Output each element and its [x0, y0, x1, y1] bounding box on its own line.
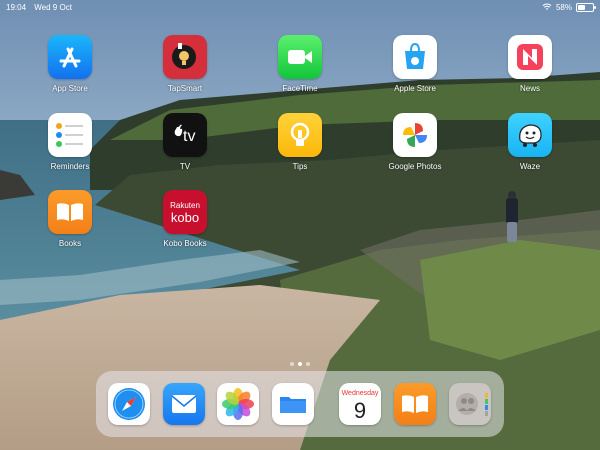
apple-store-app[interactable]: Apple Store: [380, 35, 450, 93]
dock: Wednesday 9: [96, 371, 504, 437]
tapsmart-app[interactable]: TapSmart: [150, 35, 220, 93]
app-store-icon: [48, 35, 92, 79]
waze-icon: [508, 113, 552, 157]
mail-icon[interactable]: [163, 383, 205, 425]
books-dock-icon[interactable]: [394, 383, 436, 425]
facetime-app[interactable]: FaceTime: [265, 35, 335, 93]
apple-store-icon: [393, 35, 437, 79]
status-time: 19:04: [6, 2, 27, 12]
tapsmart-icon: [163, 35, 207, 79]
app-label: App Store: [52, 84, 88, 93]
app-label: FaceTime: [282, 84, 318, 93]
calendar-icon[interactable]: Wednesday 9: [339, 383, 381, 425]
contacts-icon[interactable]: [449, 383, 491, 425]
app-store-app[interactable]: App Store: [35, 35, 105, 93]
apple-tv-icon: tv: [163, 113, 207, 157]
books-app[interactable]: Books: [35, 190, 105, 248]
news-app[interactable]: News: [495, 35, 565, 93]
books-icon: [48, 190, 92, 234]
app-label: Google Photos: [388, 162, 442, 171]
waze-app[interactable]: Waze: [495, 113, 565, 171]
files-icon[interactable]: [272, 383, 314, 425]
page-dot[interactable]: [290, 362, 294, 366]
calendar-date: 9: [354, 398, 366, 423]
app-label: Kobo Books: [163, 239, 207, 248]
google-photos-app[interactable]: Google Photos: [380, 113, 450, 171]
app-label: TV: [179, 162, 191, 171]
wifi-icon: [542, 3, 552, 10]
app-label: Books: [58, 239, 82, 248]
app-label: TapSmart: [167, 84, 203, 93]
app-label: Tips: [292, 162, 308, 171]
page-dots[interactable]: [0, 353, 600, 371]
battery-icon: [576, 2, 596, 12]
status-bar: 19:04 Wed 9 Oct 58%: [0, 0, 600, 14]
tips-app[interactable]: Tips: [265, 113, 335, 171]
app-label: Waze: [519, 162, 541, 171]
page-dot[interactable]: [298, 362, 302, 366]
tips-icon: [278, 113, 322, 157]
reminders-icon: [48, 113, 92, 157]
app-label: Apple Store: [394, 84, 436, 93]
tv-app[interactable]: tv TV: [150, 113, 220, 171]
google-photos-icon: [393, 113, 437, 157]
kobo-books-app[interactable]: Rakuten kobo Kobo Books: [150, 190, 220, 248]
reminders-app[interactable]: Reminders: [35, 113, 105, 171]
photos-icon[interactable]: [217, 383, 259, 425]
facetime-icon: [278, 35, 322, 79]
battery-percent: 58%: [555, 2, 572, 12]
safari-icon[interactable]: [108, 383, 150, 425]
tv-icon-text: tv: [183, 128, 195, 145]
app-label: News: [519, 84, 540, 93]
status-date: Wed 9 Oct: [34, 2, 72, 12]
calendar-day: Wednesday: [342, 390, 379, 397]
news-icon: [508, 35, 552, 79]
rakuten-icon-text: Rakuten: [170, 201, 200, 210]
app-label: Reminders: [50, 162, 90, 171]
page-dot[interactable]: [306, 362, 310, 366]
kobo-icon-text: kobo: [171, 210, 199, 225]
kobo-icon: Rakuten kobo: [163, 190, 207, 234]
